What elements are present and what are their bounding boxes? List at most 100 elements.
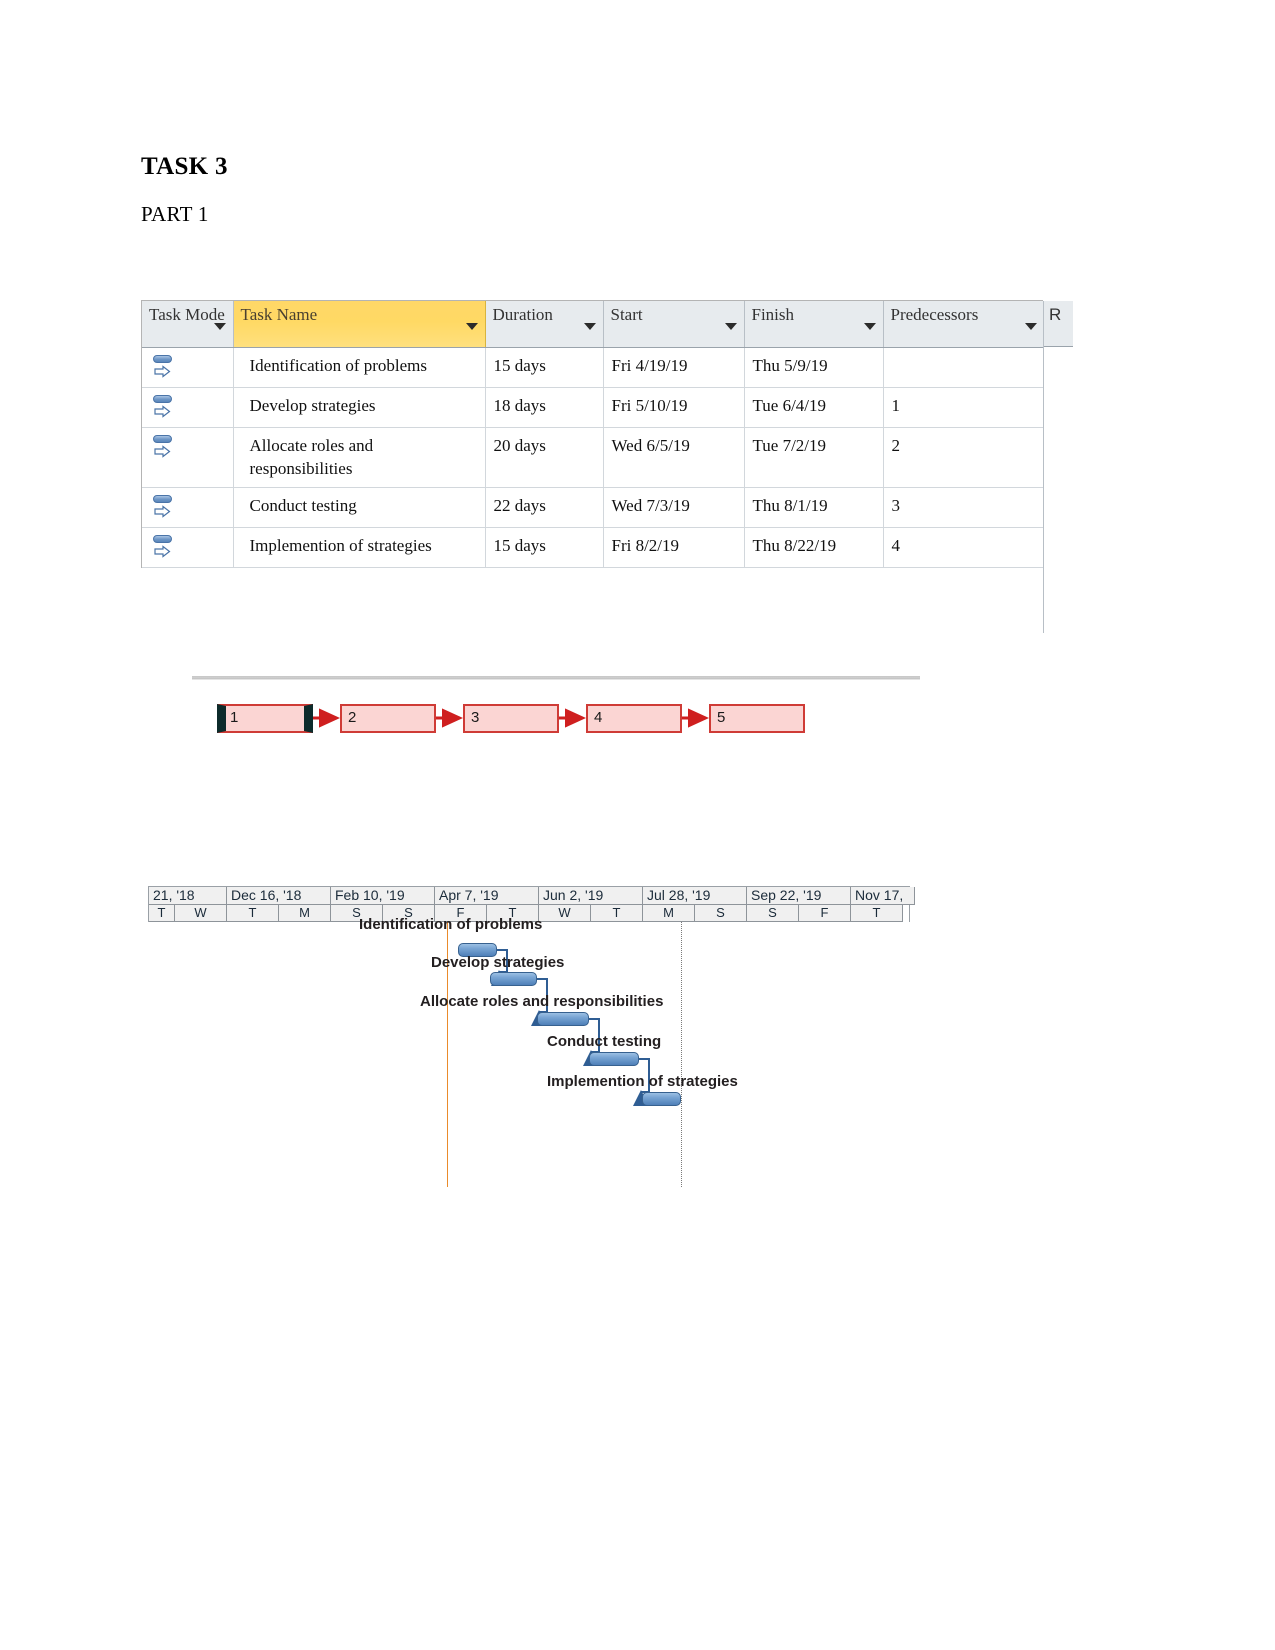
column-header-duration-label: Duration xyxy=(492,305,553,324)
page-subtitle: PART 1 xyxy=(141,202,209,226)
task-table-grid: Task Mode Task Name Duration Start Finis… xyxy=(142,301,1045,569)
auto-schedule-icon xyxy=(153,354,173,380)
cell-finish[interactable]: Thu 8/1/19 xyxy=(744,487,884,529)
cell-task-name[interactable]: Identification of problems xyxy=(233,347,486,388)
column-header-partial-label: R xyxy=(1044,301,1073,347)
gantt-timeline-major-1: 21, '18 xyxy=(149,887,227,905)
cell-start[interactable]: Wed 6/5/19 xyxy=(603,427,745,489)
cell-start[interactable]: Fri 4/19/19 xyxy=(603,347,745,388)
network-diagram-separator xyxy=(192,676,920,680)
gantt-bar-4[interactable] xyxy=(589,1052,639,1066)
column-header-start[interactable]: Start xyxy=(603,301,745,348)
cell-duration[interactable]: 18 days xyxy=(485,387,604,428)
cell-duration[interactable]: 15 days xyxy=(485,347,604,388)
gantt-timeline-major-6: Jul 28, '19 xyxy=(643,887,747,905)
gantt-bar-label-5: Implemention of strategies xyxy=(547,1073,738,1090)
column-header-task-name[interactable]: Task Name xyxy=(233,301,486,348)
gantt-bar-label-1: Identification of problems xyxy=(359,916,543,933)
cell-task-name[interactable]: Allocate roles and responsibilities xyxy=(233,427,486,489)
gantt-timeline-minor-9: W xyxy=(539,905,591,922)
column-header-task-name-label: Task Name xyxy=(240,305,318,324)
gantt-timeline-minor-2: W xyxy=(175,905,227,922)
cell-task-mode[interactable] xyxy=(142,527,234,569)
cell-task-mode[interactable] xyxy=(142,487,234,529)
column-header-predecessors-label: Predecessors xyxy=(890,305,979,324)
gantt-bar-2[interactable] xyxy=(490,972,537,986)
cell-start[interactable]: Wed 7/3/19 xyxy=(603,487,745,529)
gantt-bar-5[interactable] xyxy=(642,1092,681,1106)
column-header-task-mode[interactable]: Task Mode xyxy=(142,301,234,348)
arrow-right-icon xyxy=(154,364,171,378)
cell-predecessors[interactable]: 3 xyxy=(883,487,1045,529)
gantt-bar-label-4: Conduct testing xyxy=(547,1033,662,1050)
gantt-timeline-minor-3: T xyxy=(227,905,279,922)
table-row[interactable]: Conduct testing 22 days Wed 7/3/19 Thu 8/1/… xyxy=(142,487,1045,529)
gantt-timeline-minor-12: S xyxy=(695,905,747,922)
gantt-body: Identification of problems Develop strat… xyxy=(148,916,910,1187)
cell-predecessors[interactable]: 2 xyxy=(883,427,1045,489)
gantt-timeline-minor-14: F xyxy=(799,905,851,922)
chevron-down-icon[interactable] xyxy=(465,323,478,330)
gantt-timeline-top-row: 21, '18 Dec 16, '18 Feb 10, '19 Apr 7, '19 J… xyxy=(149,887,915,905)
gantt-timeline-minor-13: S xyxy=(747,905,799,922)
gantt-timeline-minor-11: M xyxy=(643,905,695,922)
cell-task-mode[interactable] xyxy=(142,427,234,489)
arrow-right-icon xyxy=(154,444,171,458)
cell-finish[interactable]: Tue 7/2/19 xyxy=(744,427,884,489)
cell-task-name[interactable]: Implemention of strategies xyxy=(233,527,486,569)
chevron-down-icon[interactable] xyxy=(863,323,876,330)
cell-duration[interactable]: 20 days xyxy=(485,427,604,489)
cell-task-mode[interactable] xyxy=(142,387,234,428)
cell-finish[interactable]: Tue 6/4/19 xyxy=(744,387,884,428)
cell-task-name[interactable]: Develop strategies xyxy=(233,387,486,428)
gantt-timeline-major-3: Feb 10, '19 xyxy=(331,887,435,905)
gantt-chart: 21, '18 Dec 16, '18 Feb 10, '19 Apr 7, '19 J… xyxy=(148,886,915,1187)
column-header-task-mode-label: Task Mode xyxy=(149,305,225,324)
table-row[interactable]: Develop strategies 18 days Fri 5/10/19 Tue … xyxy=(142,387,1045,428)
gantt-timeline-major-4: Apr 7, '19 xyxy=(435,887,539,905)
gantt-bar-label-2: Develop strategies xyxy=(431,954,565,971)
gantt-timeline-minor-15: T xyxy=(851,905,903,922)
cell-predecessors[interactable]: 1 xyxy=(883,387,1045,428)
gantt-timeline-minor-10: T xyxy=(591,905,643,922)
network-node-2[interactable]: 2 xyxy=(340,704,436,733)
chevron-down-icon[interactable] xyxy=(213,323,226,330)
chevron-down-icon[interactable] xyxy=(724,323,737,330)
cell-duration[interactable]: 22 days xyxy=(485,487,604,529)
table-row[interactable]: Identification of problems 15 days Fri 4/1… xyxy=(142,347,1045,388)
table-row[interactable]: Implemention of strategies 15 days Fri 8/2… xyxy=(142,527,1045,569)
table-row[interactable]: Allocate roles and responsibilities 20 da… xyxy=(142,427,1045,489)
arrow-right-icon xyxy=(154,404,171,418)
column-header-finish-label: Finish xyxy=(751,305,795,324)
column-header-predecessors[interactable]: Predecessors xyxy=(883,301,1045,348)
column-header-duration[interactable]: Duration xyxy=(485,301,604,348)
chevron-down-icon[interactable] xyxy=(1024,323,1037,330)
chevron-down-icon[interactable] xyxy=(583,323,596,330)
auto-schedule-icon xyxy=(153,534,173,560)
cell-duration[interactable]: 15 days xyxy=(485,527,604,569)
cell-start[interactable]: Fri 8/2/19 xyxy=(603,527,745,569)
cell-start[interactable]: Fri 5/10/19 xyxy=(603,387,745,428)
cell-predecessors[interactable]: 4 xyxy=(883,527,1045,569)
table-header-row: Task Mode Task Name Duration Start Finis… xyxy=(142,301,1045,348)
cell-finish[interactable]: Thu 5/9/19 xyxy=(744,347,884,388)
gantt-timeline-minor-1: T xyxy=(149,905,175,922)
network-node-4[interactable]: 4 xyxy=(586,704,682,733)
page-title: TASK 3 xyxy=(141,153,228,180)
network-node-5[interactable]: 5 xyxy=(709,704,805,733)
network-node-3[interactable]: 3 xyxy=(463,704,559,733)
cell-finish[interactable]: Thu 8/22/19 xyxy=(744,527,884,569)
cell-predecessors[interactable] xyxy=(883,347,1045,388)
arrow-right-icon xyxy=(154,505,171,519)
cell-task-mode[interactable] xyxy=(142,347,234,388)
arrow-right-icon xyxy=(154,545,171,559)
cell-task-name[interactable]: Conduct testing xyxy=(233,487,486,529)
gantt-bar-3[interactable] xyxy=(537,1012,589,1026)
gantt-timeline-major-5: Jun 2, '19 xyxy=(539,887,643,905)
gantt-bar-label-3: Allocate roles and responsibilities xyxy=(420,993,664,1010)
column-header-start-label: Start xyxy=(610,305,643,324)
column-header-finish[interactable]: Finish xyxy=(744,301,884,348)
network-node-1[interactable]: 1 xyxy=(217,704,313,733)
auto-schedule-icon xyxy=(153,394,173,420)
network-diagram: 1 2 3 4 5 xyxy=(141,690,1043,760)
